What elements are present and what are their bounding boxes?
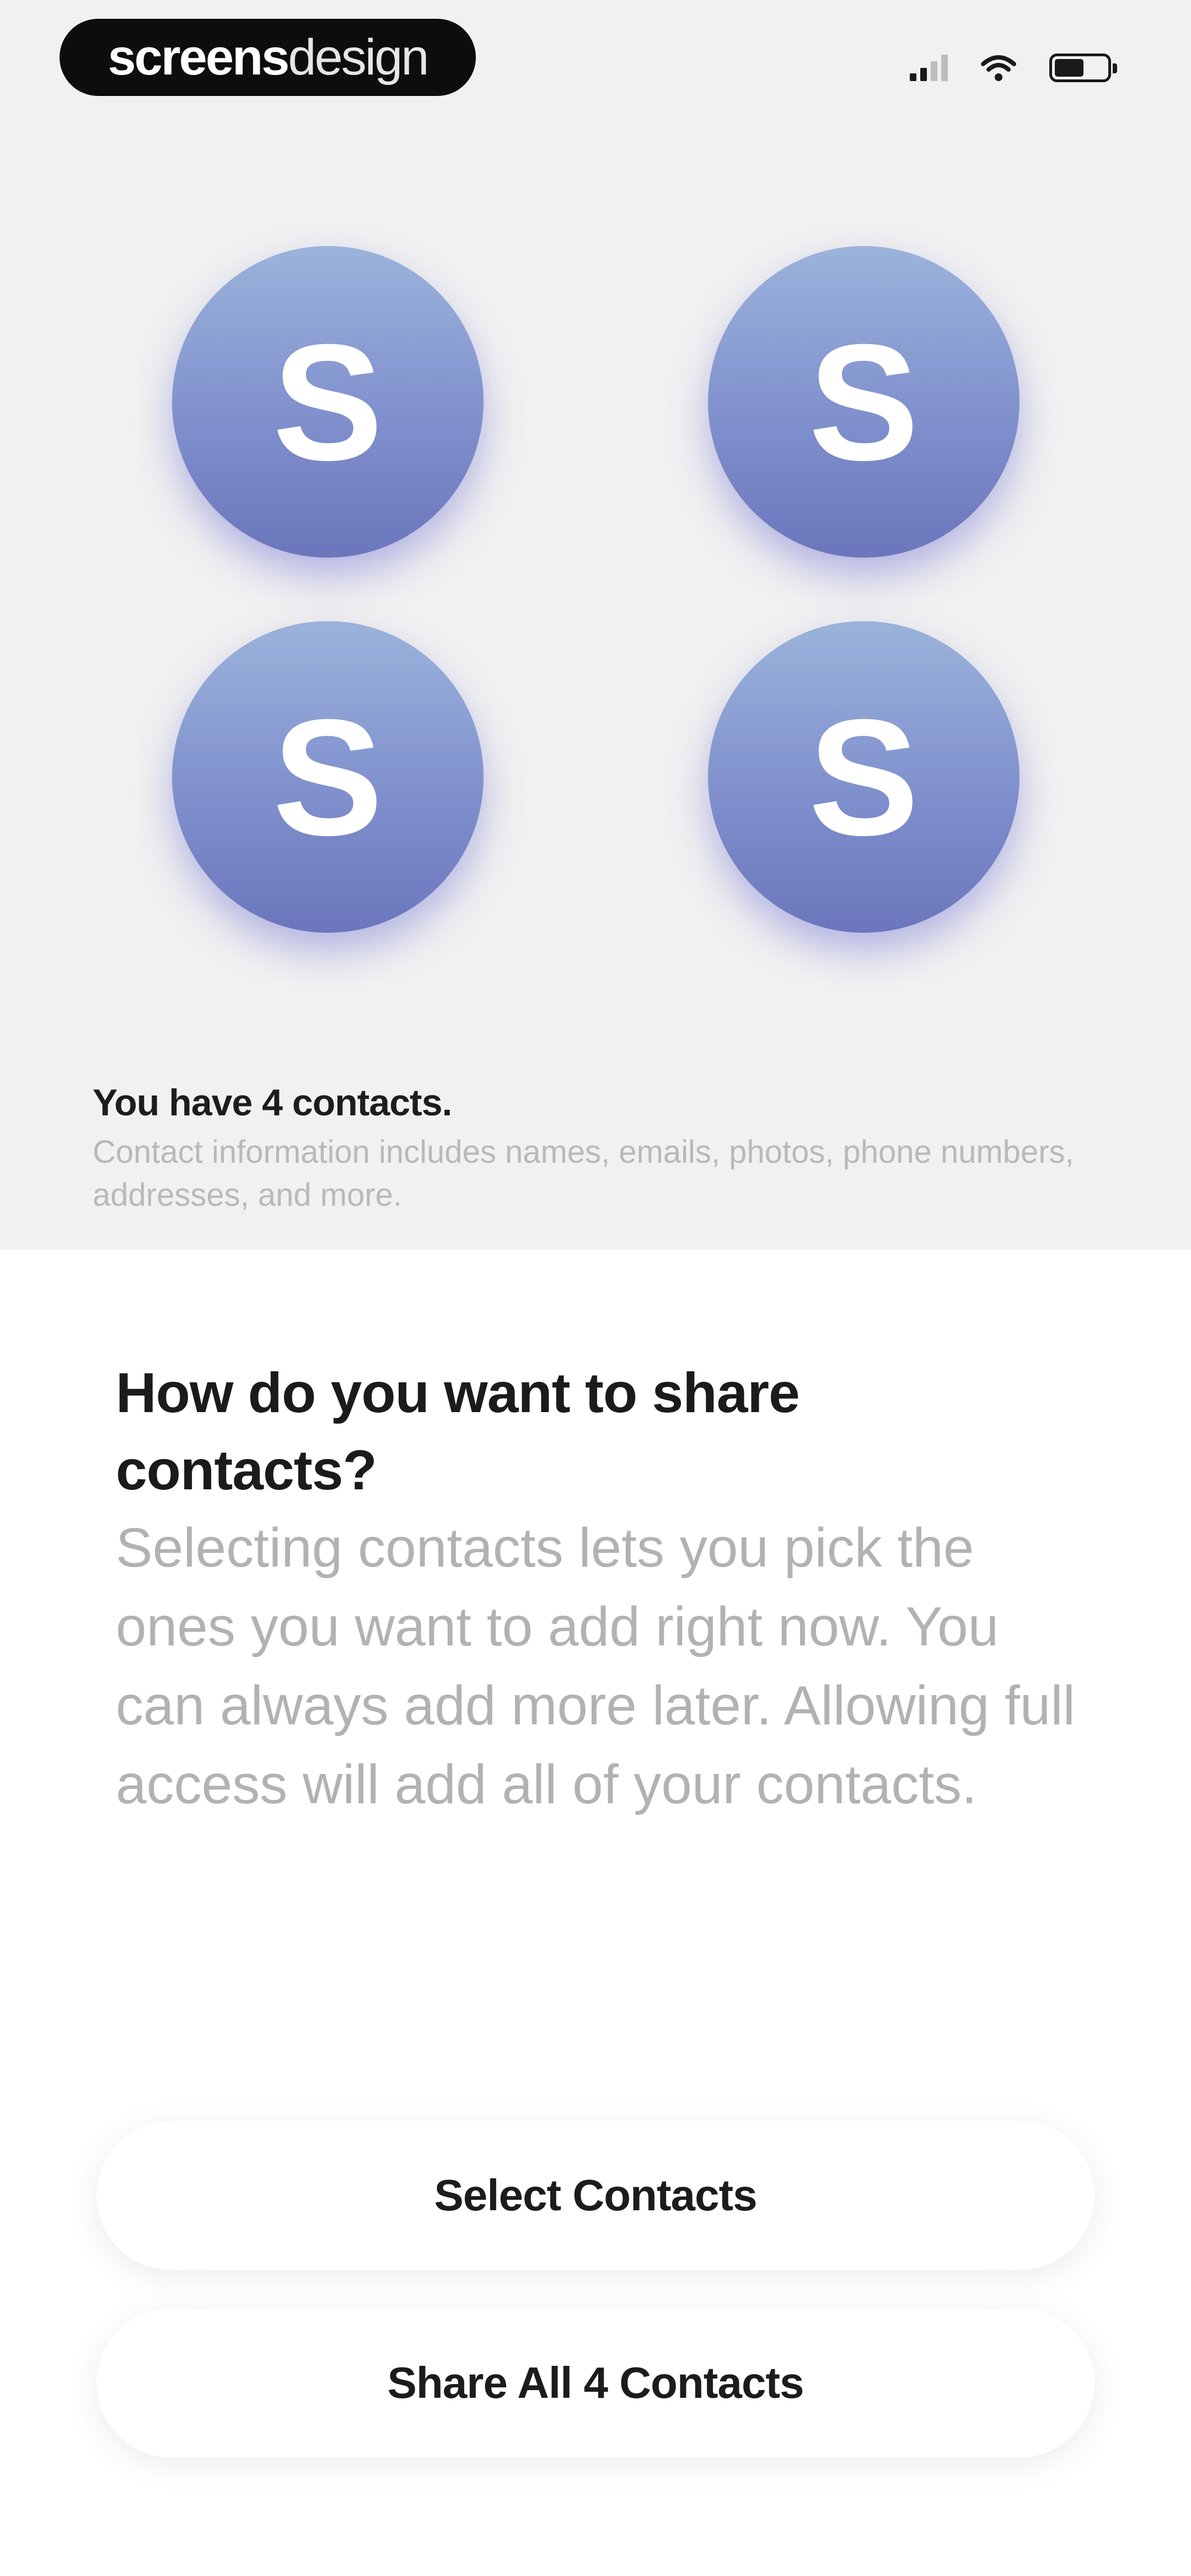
status-bar-icons bbox=[910, 49, 1117, 87]
contacts-preview-area: screens design S S S S You have 4 contact… bbox=[0, 0, 1191, 1249]
contact-avatar: S bbox=[172, 621, 484, 933]
share-question-heading: How do you want to share contacts? bbox=[116, 1361, 800, 1501]
share-all-contacts-button[interactable]: Share All 4 Contacts bbox=[96, 2308, 1095, 2457]
select-contacts-button[interactable]: Select Contacts bbox=[96, 2121, 1095, 2270]
contacts-permission-screen: screens design S S S S You have 4 contact… bbox=[0, 0, 1191, 2576]
logo-text-light: design bbox=[288, 29, 429, 85]
contact-avatar: S bbox=[708, 246, 1020, 558]
battery-icon bbox=[1049, 54, 1117, 82]
wifi-icon bbox=[981, 55, 1016, 81]
contacts-count-title: You have 4 contacts. bbox=[93, 1082, 452, 1124]
screensdesign-logo: screens design bbox=[60, 19, 476, 96]
signal-icon bbox=[910, 55, 948, 81]
contact-avatar: S bbox=[708, 621, 1020, 933]
contact-avatar: S bbox=[172, 246, 484, 558]
share-explanation-text: Selecting contacts lets you pick the one… bbox=[116, 1517, 1075, 1815]
logo-text-bold: screens bbox=[108, 29, 290, 85]
contacts-info-description: Contact information includes names, emai… bbox=[93, 1134, 1074, 1213]
